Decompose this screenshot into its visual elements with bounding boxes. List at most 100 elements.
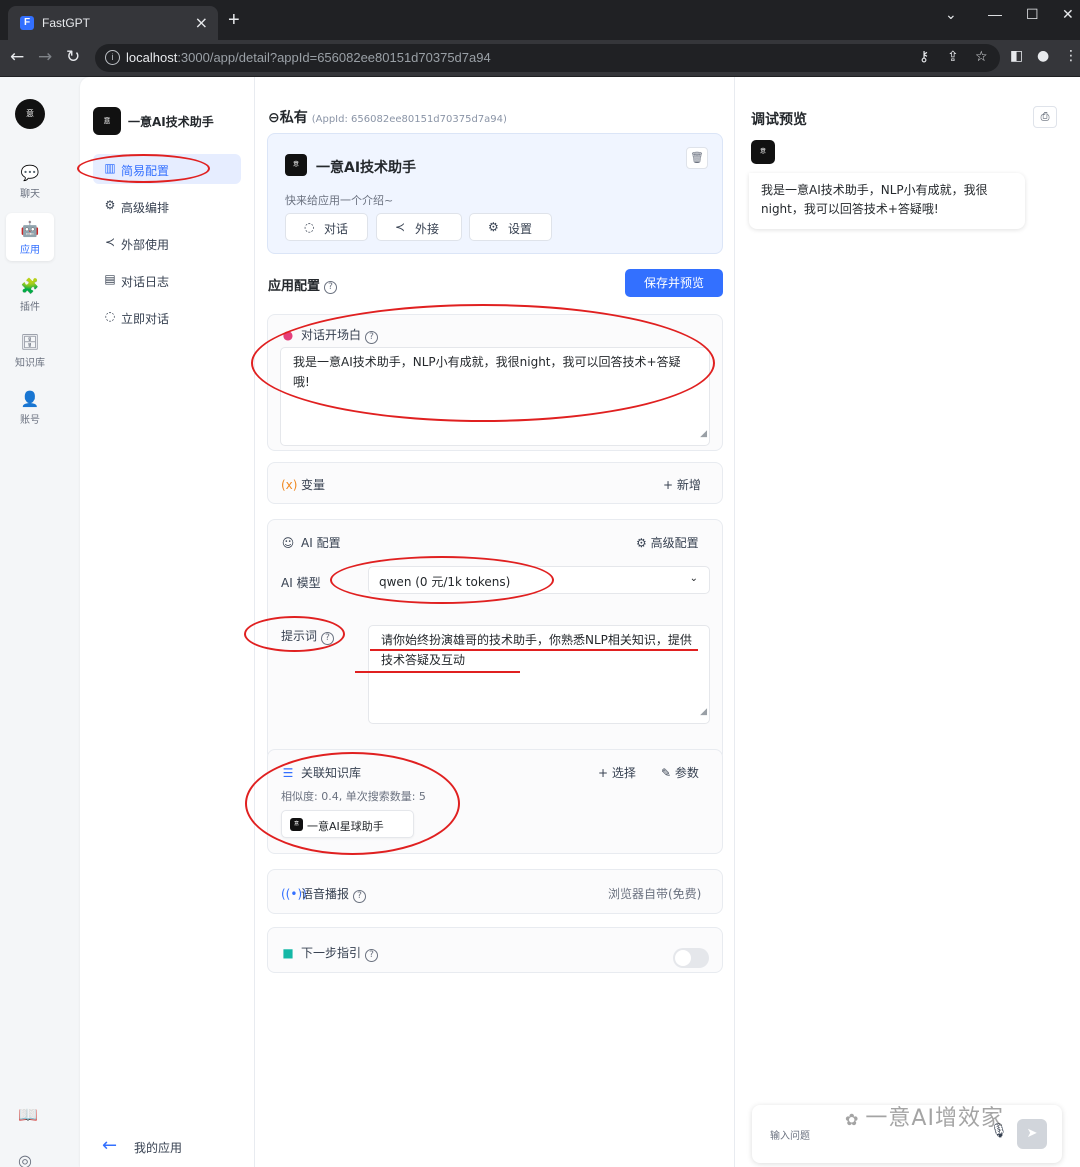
browser-toolbar: ← → ↻ i localhost:3000/app/detail?appId=…	[0, 40, 1080, 77]
profile-icon[interactable]: ●	[1037, 48, 1049, 64]
add-variable-button[interactable]: + 新增	[663, 476, 701, 493]
tab-close-icon[interactable]: ×	[195, 13, 208, 32]
bot-avatar: 意	[751, 140, 775, 164]
delete-app-button[interactable]: 🗑	[686, 147, 708, 169]
docs-book-icon[interactable]: 📖	[18, 1105, 38, 1124]
key-icon[interactable]: ⚷	[919, 49, 929, 65]
tts-select[interactable]: 浏览器自带(免费)	[608, 885, 701, 902]
github-icon[interactable]: ◎	[18, 1151, 32, 1167]
help-icon[interactable]: ?	[353, 890, 367, 903]
maximize-icon[interactable]: ☐	[1026, 6, 1039, 23]
variables-panel: (x) 变量 + 新增	[267, 462, 723, 504]
share-icon[interactable]: ⇪	[947, 49, 959, 65]
tab-title: FastGPT	[42, 16, 91, 30]
next-guide-panel: ■ 下一步指引?	[267, 927, 723, 973]
guide-icon: ■	[282, 946, 294, 960]
share-icon: ≺	[395, 220, 406, 234]
knowledge-chip[interactable]: 意 一意AI星球助手	[281, 810, 414, 838]
new-tab-button[interactable]: +	[228, 9, 240, 32]
export-button[interactable]: ⎙	[1033, 106, 1057, 128]
welcome-textarea[interactable]: 我是一意AI技术助手，NLP小有成就，我很night，我可以回答技术+答疑哦! …	[280, 347, 710, 446]
kb-avatar: 意	[290, 818, 303, 831]
app-detail-card: 意 一意AI技术助手 ▥ 简易配置 ⚙ 高级编排 ≺ 外部使用 ▤ 对话日志 ◌…	[80, 77, 1080, 1167]
chat-icon: 💬	[20, 164, 40, 182]
user-avatar[interactable]: 意	[15, 99, 45, 129]
ai-model-label: AI 模型	[281, 576, 321, 590]
menu-advanced-flow[interactable]: ⚙ 高级编排	[93, 191, 241, 221]
help-icon[interactable]: ?	[365, 949, 379, 962]
menu-start-chat[interactable]: ◌ 立即对话	[93, 302, 241, 332]
config-panel: ⊖私有 (AppId: 656082ee80151d70375d7a94) 意 一…	[255, 77, 735, 1167]
chevron-down-icon: ⌄	[689, 573, 698, 584]
external-button[interactable]: ≺ 外接	[376, 213, 462, 241]
chat-input-placeholder: 输入问题	[770, 1131, 810, 1142]
export-icon: ⎙	[1040, 110, 1050, 123]
trash-icon: 🗑	[690, 151, 704, 164]
resize-handle-icon[interactable]: ◢	[700, 424, 707, 444]
address-bar[interactable]: i localhost:3000/app/detail?appId=656082…	[95, 44, 1000, 72]
advanced-config-button[interactable]: ⚙ 高级配置	[636, 534, 699, 551]
forward-arrow-icon[interactable]: →	[38, 47, 52, 67]
welcome-title: ● 对话开场白?	[281, 326, 379, 344]
robot-icon: 🤖	[20, 220, 40, 238]
resize-handle-icon[interactable]: ◢	[700, 702, 707, 722]
app-name: 一意AI技术助手	[128, 115, 214, 129]
welcome-panel: ● 对话开场白? 我是一意AI技术助手，NLP小有成就，我很night，我可以回答…	[267, 314, 723, 451]
tts-title: ((•))语音播报?	[281, 885, 367, 903]
site-info-icon[interactable]: i	[105, 50, 120, 65]
select-knowledge-button[interactable]: + 选择	[598, 764, 636, 781]
next-guide-toggle[interactable]	[673, 948, 709, 968]
menu-chat-logs[interactable]: ▤ 对话日志	[93, 265, 241, 295]
nav-knowledge[interactable]: 🗄 知识库	[6, 326, 54, 374]
window-close-icon[interactable]: ✕	[1062, 6, 1074, 23]
menu-simple-config[interactable]: ▥ 简易配置	[93, 154, 241, 184]
knowledge-panel: ☰ 关联知识库 + 选择 ✎ 参数 相似度: 0.4, 单次搜索数量: 5 意 一…	[267, 749, 723, 854]
preview-title: 调试预览	[751, 112, 807, 128]
bot-message-bubble: 我是一意AI技术助手，NLP小有成就，我很night，我可以回答技术+答疑哦!	[749, 173, 1025, 229]
knowledge-meta: 相似度: 0.4, 单次搜索数量: 5	[281, 790, 426, 803]
fastgpt-favicon-icon: F	[20, 16, 34, 30]
star-icon[interactable]: ☆	[975, 49, 988, 65]
variable-icon: (x)	[281, 478, 298, 492]
help-icon[interactable]: ?	[365, 331, 379, 344]
chat-button[interactable]: ◌ 对话	[285, 213, 368, 241]
save-and-preview-button[interactable]: 保存并预览	[625, 269, 723, 297]
nav-plugins[interactable]: 🧩 插件	[6, 270, 54, 318]
gear-icon: ⚙	[488, 220, 499, 234]
wechat-icon: ✿	[845, 1110, 860, 1129]
watermark: ✿ 一意AI增效家	[845, 1106, 1004, 1131]
user-icon: 👤	[20, 390, 40, 408]
preview-panel: 调试预览 ⎙ 意 我是一意AI技术助手，NLP小有成就，我很night，我可以回…	[735, 77, 1080, 1167]
tab-search-chevron-icon[interactable]: ⌄	[945, 6, 957, 23]
app-menu: 意 一意AI技术助手 ▥ 简易配置 ⚙ 高级编排 ≺ 外部使用 ▤ 对话日志 ◌…	[80, 77, 255, 1167]
help-icon[interactable]: ?	[321, 632, 335, 645]
tts-panel: ((•))语音播报? 浏览器自带(免费)	[267, 869, 723, 914]
knowledge-params-button[interactable]: ✎ 参数	[661, 764, 699, 781]
nav-account[interactable]: 👤 账号	[6, 383, 54, 431]
settings-button[interactable]: ⚙ 设置	[469, 213, 552, 241]
browser-tab-strip: F FastGPT × + ⌄ — ☐ ✕	[0, 0, 1080, 40]
menu-dots-icon[interactable]: ⋮	[1064, 48, 1078, 64]
robot-icon: ☺	[281, 536, 295, 550]
nav-chat[interactable]: 💬 聊天	[6, 157, 54, 205]
send-button[interactable]: ➤	[1017, 1119, 1047, 1149]
app-id-label: (AppId: 656082ee80151d70375d7a94)	[311, 114, 507, 125]
reload-icon[interactable]: ↻	[66, 47, 80, 67]
prompt-textarea[interactable]: 请你始终扮演雄哥的技术助手，你熟悉NLP相关知识，提供技术答疑及互动 ◢	[368, 625, 710, 724]
side-panel-icon[interactable]: ◧	[1010, 48, 1023, 64]
app-intro: 快来给应用一个介绍~	[285, 194, 394, 207]
menu-external-use[interactable]: ≺ 外部使用	[93, 228, 241, 258]
lock-icon: ⊖	[268, 110, 280, 126]
chat-icon: ◌	[104, 309, 116, 323]
minimize-icon[interactable]: —	[988, 6, 1002, 22]
nav-apps[interactable]: 🤖 应用	[6, 213, 54, 261]
ai-model-select[interactable]: qwen (0 元/1k tokens) ⌄	[368, 566, 710, 594]
share-icon: ≺	[104, 235, 116, 249]
arrow-left-icon: ←	[102, 1135, 118, 1156]
help-icon[interactable]: ?	[324, 281, 338, 294]
prompt-label: 提示词?	[281, 627, 335, 645]
back-arrow-icon[interactable]: ←	[10, 47, 24, 67]
app-card-name: 一意AI技术助手	[316, 160, 417, 176]
browser-tab[interactable]: F FastGPT ×	[8, 6, 218, 40]
app-sidebar: 意 💬 聊天 🤖 应用 🧩 插件 🗄 知识库 👤 账号 📖 ◎	[0, 77, 60, 1167]
